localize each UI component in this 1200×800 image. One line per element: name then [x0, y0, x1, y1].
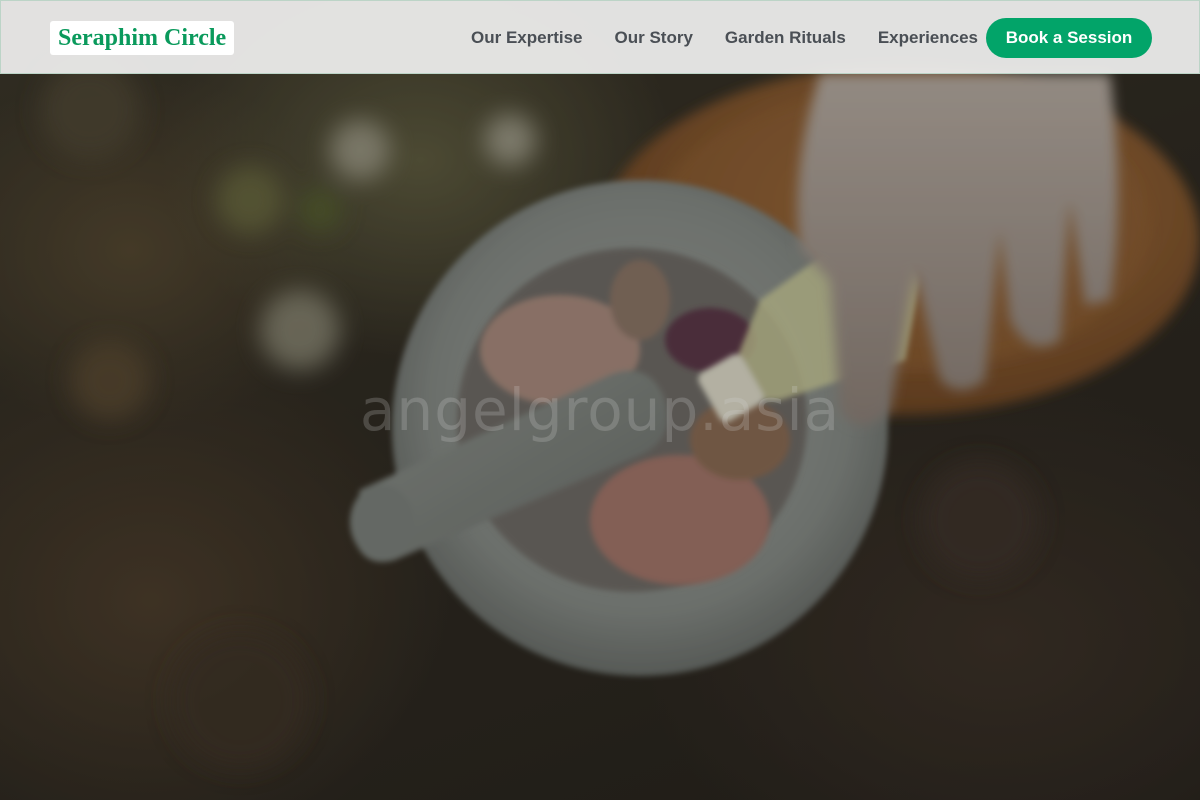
- hero-background: angelgroup.asia: [0, 0, 1200, 800]
- nav-link-our-story[interactable]: Our Story: [615, 28, 693, 48]
- nav-links: Our Expertise Our Story Garden Rituals E…: [471, 1, 1010, 75]
- nav-link-garden-rituals[interactable]: Garden Rituals: [725, 28, 846, 48]
- top-navbar: Seraphim Circle Our Expertise Our Story …: [0, 0, 1200, 74]
- watermark-text: angelgroup.asia: [359, 376, 841, 444]
- brand-logo[interactable]: Seraphim Circle: [50, 21, 235, 55]
- nav-link-our-expertise[interactable]: Our Expertise: [471, 28, 583, 48]
- nav-link-experiences[interactable]: Experiences: [878, 28, 978, 48]
- book-session-button[interactable]: Book a Session: [986, 18, 1152, 58]
